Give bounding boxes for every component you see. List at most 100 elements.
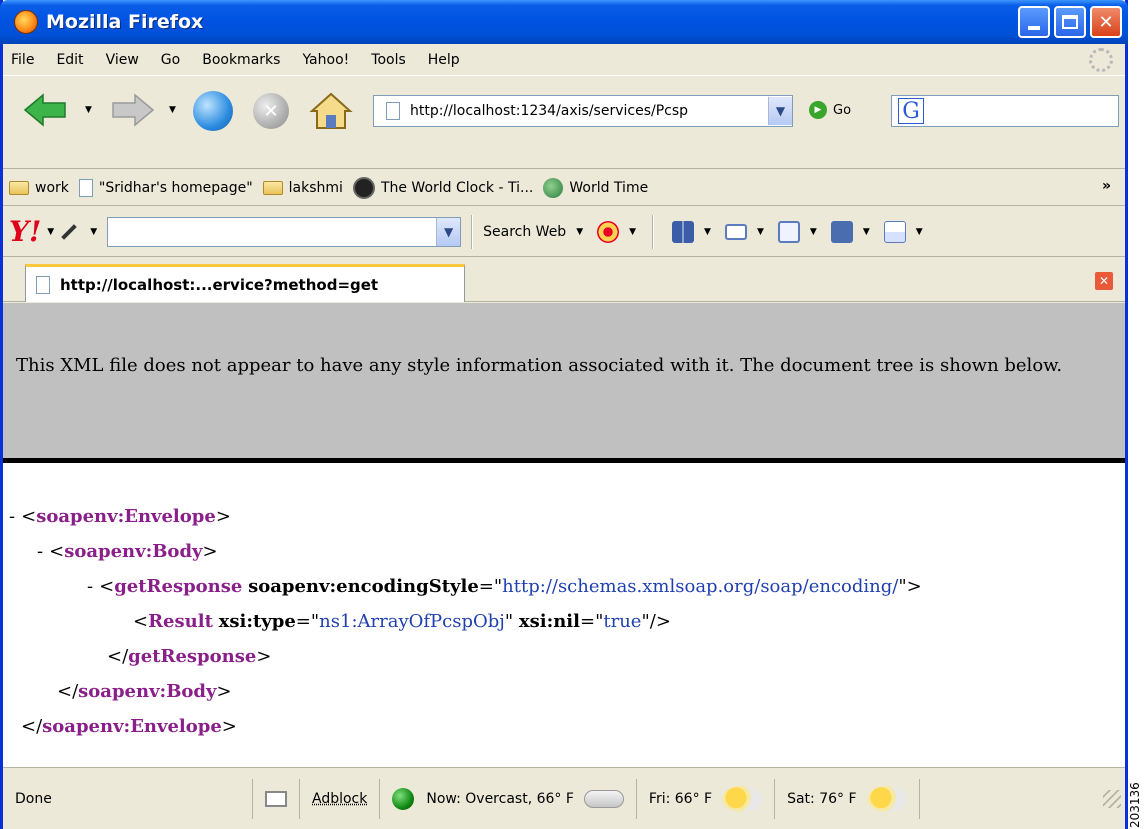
xml-tag: getResponse xyxy=(128,646,257,667)
page-content: This XML file does not appear to have an… xyxy=(3,303,1125,767)
xml-line-body-open: - <soapenv:Body> xyxy=(37,541,218,562)
xml-document-tree: - <soapenv:Envelope> - <soapenv:Body> - <ge… xyxy=(9,499,922,744)
menu-go[interactable]: Go xyxy=(161,52,180,68)
camera-dropdown-icon[interactable]: ▼ xyxy=(863,227,870,237)
xml-line-getresponse-close: </getResponse> xyxy=(107,646,272,667)
globe-icon xyxy=(543,177,564,198)
yahoo-search-input[interactable]: ▼ xyxy=(107,216,462,247)
more-bookmarks-chevron-icon[interactable]: » xyxy=(1102,178,1111,194)
close-icon: ✕ xyxy=(1098,274,1110,288)
url-bar[interactable]: http://localhost:1234/axis/services/Pcsp… xyxy=(373,95,793,127)
collapse-toggle[interactable]: - xyxy=(9,506,15,527)
xml-tag: soapenv:Body xyxy=(78,681,217,702)
close-button[interactable]: ✕ xyxy=(1090,6,1122,38)
bookmark-world-time[interactable]: World Time xyxy=(543,177,648,198)
mail-icon[interactable] xyxy=(724,223,747,240)
search-box[interactable]: G xyxy=(891,95,1119,127)
weather-now[interactable]: Now: Overcast, 66° F xyxy=(380,778,637,819)
go-button[interactable]: ▶ Go xyxy=(809,101,851,119)
close-tab-button[interactable]: ✕ xyxy=(1095,272,1113,290)
bookmark-label: work xyxy=(35,179,69,196)
weather-saturday[interactable]: Sat: 76° F xyxy=(775,778,920,819)
search-web-button[interactable]: Search Web xyxy=(483,224,566,240)
xml-attribute: xsi:nil xyxy=(518,611,580,632)
xml-tag: soapenv:Body xyxy=(64,541,203,562)
tab-label: http://localhost:...ervice?method=get xyxy=(60,275,379,294)
target-icon[interactable] xyxy=(597,220,620,243)
stop-button[interactable]: ✕ xyxy=(253,93,289,129)
url-text[interactable]: http://localhost:1234/axis/services/Pcsp xyxy=(410,103,768,119)
partly-cloudy-icon xyxy=(866,785,907,812)
menu-help[interactable]: Help xyxy=(428,52,460,68)
weather-friday[interactable]: Fri: 66° F xyxy=(637,778,776,819)
mail-dropdown-icon[interactable]: ▼ xyxy=(757,227,764,237)
calendar-dropdown-icon[interactable]: ▼ xyxy=(810,227,817,237)
xml-attribute-value: http://schemas.xmlsoap.org/soap/encoding… xyxy=(502,576,899,597)
stop-icon: ✕ xyxy=(263,100,279,122)
target-dropdown-icon[interactable]: ▼ xyxy=(629,227,636,237)
url-history-dropdown[interactable]: ▼ xyxy=(768,97,792,125)
bookmark-world-clock[interactable]: The World Clock - Ti... xyxy=(352,176,533,199)
bookmarks-book-icon[interactable] xyxy=(672,220,695,243)
xml-tag: soapenv:Envelope xyxy=(36,506,216,527)
camera-icon[interactable] xyxy=(830,220,853,243)
page-icon xyxy=(386,102,400,120)
minimize-button[interactable] xyxy=(1018,6,1050,38)
bookmarks-toolbar: work "Sridhar's homepage" lakshmi The Wo… xyxy=(3,170,1125,206)
pencil-icon[interactable] xyxy=(61,223,77,240)
overcast-cloud-icon xyxy=(583,789,624,808)
home-button[interactable] xyxy=(309,91,353,131)
stock-chart-icon[interactable] xyxy=(883,220,906,243)
back-history-dropdown-icon[interactable]: ▼ xyxy=(85,105,92,115)
google-search-icon[interactable]: G xyxy=(898,98,924,124)
yahoo-logo[interactable]: Y! xyxy=(9,215,41,248)
bookmark-lakshmi[interactable]: lakshmi xyxy=(262,179,343,196)
folder-icon xyxy=(9,180,29,195)
window-controls: ✕ xyxy=(1018,6,1122,38)
collapse-toggle[interactable]: - xyxy=(87,576,93,597)
search-web-dropdown-icon[interactable]: ▼ xyxy=(576,227,583,237)
xml-style-notice: This XML file does not appear to have an… xyxy=(3,303,1125,463)
reload-button[interactable] xyxy=(193,91,233,131)
back-button[interactable] xyxy=(23,93,67,127)
forward-history-dropdown-icon[interactable]: ▼ xyxy=(169,105,176,115)
calendar-icon[interactable] xyxy=(777,220,800,243)
page-icon xyxy=(36,275,50,294)
menu-bookmarks[interactable]: Bookmarks xyxy=(202,52,280,68)
maximize-icon xyxy=(1062,15,1078,29)
bookmark-work[interactable]: work xyxy=(9,180,69,196)
status-ball-icon xyxy=(392,787,415,810)
maximize-button[interactable] xyxy=(1054,6,1086,38)
yahoo-menu-dropdown-icon[interactable]: ▼ xyxy=(47,227,54,237)
folder-icon xyxy=(262,180,283,195)
figure-id: 203136 xyxy=(1128,772,1144,828)
pencil-dropdown-icon[interactable]: ▼ xyxy=(90,227,97,237)
stock-dropdown-icon[interactable]: ▼ xyxy=(916,227,923,237)
gmail-notifier[interactable] xyxy=(253,778,300,819)
weather-fri-label: Fri: 66° F xyxy=(648,790,713,807)
window-title: Mozilla Firefox xyxy=(46,11,204,33)
xml-attribute-value: true xyxy=(603,611,642,632)
yahoo-search-dropdown[interactable]: ▼ xyxy=(436,217,461,246)
bookmark-label: lakshmi xyxy=(288,179,343,196)
navigation-toolbar: ▼ ▼ ✕ http://localhost:1234/axis/service… xyxy=(3,77,1125,169)
collapse-toggle[interactable]: - xyxy=(37,541,43,562)
status-bar: Done Adblock Now: Overcast, 66° F Fri: 6… xyxy=(3,767,1125,829)
xml-attribute: xsi:type xyxy=(218,611,296,632)
menu-tools[interactable]: Tools xyxy=(371,52,406,68)
tab-active[interactable]: http://localhost:...ervice?method=get xyxy=(25,264,465,302)
adblock-button[interactable]: Adblock xyxy=(300,778,381,819)
forward-button[interactable] xyxy=(111,93,155,127)
menu-yahoo[interactable]: Yahoo! xyxy=(302,52,349,68)
tab-bar: http://localhost:...ervice?method=get ✕ xyxy=(3,258,1125,302)
toolbar-separator xyxy=(652,214,655,249)
xml-tag: getResponse xyxy=(114,576,243,597)
menu-view[interactable]: View xyxy=(106,52,139,68)
resize-grip-icon[interactable] xyxy=(1103,789,1121,808)
menu-edit[interactable]: Edit xyxy=(56,52,83,68)
xml-tag: soapenv:Envelope xyxy=(42,716,222,737)
title-bar: Mozilla Firefox ✕ xyxy=(0,0,1128,44)
bookmark-sridhar-homepage[interactable]: "Sridhar's homepage" xyxy=(78,178,253,197)
menu-file[interactable]: File xyxy=(11,52,34,68)
book-dropdown-icon[interactable]: ▼ xyxy=(704,227,711,237)
